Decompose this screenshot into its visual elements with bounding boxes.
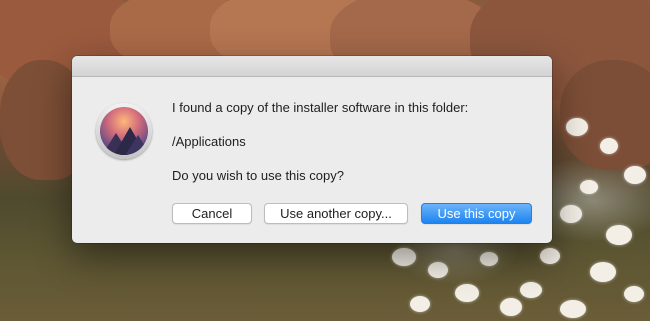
mountain-shape	[124, 135, 148, 155]
macos-installer-icon	[96, 103, 152, 159]
dialog-question: Do you wish to use this copy?	[172, 168, 344, 183]
wallpaper-flower	[410, 296, 430, 312]
wallpaper-flower	[428, 262, 448, 278]
wallpaper-flower	[500, 298, 522, 316]
use-another-copy-button[interactable]: Use another copy...	[264, 203, 408, 224]
installer-dialog: I found a copy of the installer software…	[72, 56, 552, 243]
wallpaper-flower	[624, 286, 644, 302]
wallpaper-flower	[590, 262, 616, 282]
wallpaper-flower	[566, 118, 588, 136]
wallpaper-flower	[480, 252, 498, 266]
wallpaper-flower	[455, 284, 479, 302]
use-this-copy-button[interactable]: Use this copy	[421, 203, 532, 224]
folder-path: /Applications	[172, 134, 246, 149]
wallpaper-flower	[560, 205, 582, 223]
wallpaper-flower	[580, 180, 598, 194]
dialog-message: I found a copy of the installer software…	[172, 100, 469, 115]
wallpaper-flower	[606, 225, 632, 245]
wallpaper-flower	[520, 282, 542, 298]
wallpaper-flower	[560, 300, 586, 318]
wallpaper-flower	[624, 166, 646, 184]
cancel-button[interactable]: Cancel	[172, 203, 252, 224]
wallpaper-flower	[392, 248, 416, 266]
dialog-titlebar	[72, 56, 552, 77]
wallpaper-flower	[540, 248, 560, 264]
installer-icon-artwork	[100, 107, 148, 155]
wallpaper-flower	[600, 138, 618, 154]
